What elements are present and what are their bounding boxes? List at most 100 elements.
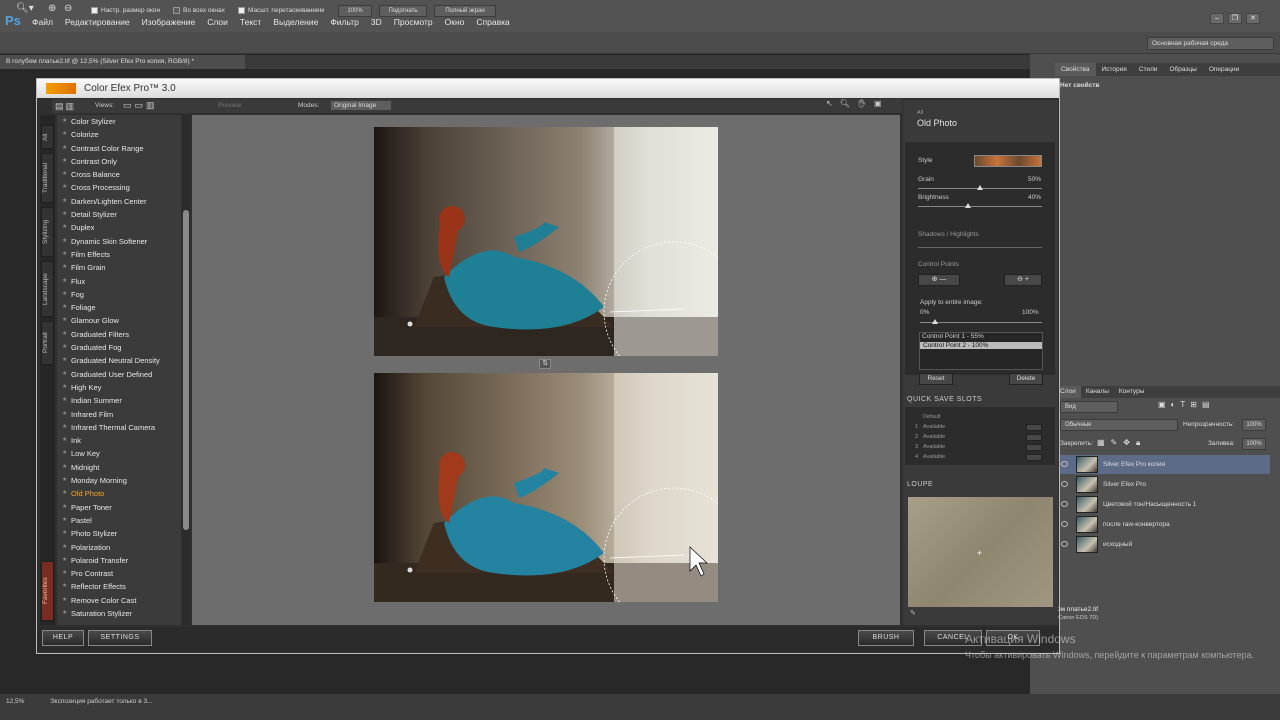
menu-3d[interactable]: 3D	[371, 17, 382, 27]
settings-button[interactable]: SETTINGS	[88, 630, 152, 646]
tab-swatches[interactable]: Образцы	[1164, 63, 1203, 76]
minimize-icon[interactable]: –	[1210, 13, 1224, 24]
preview-area[interactable]: ⇅	[192, 115, 900, 625]
opacity-input[interactable]: 100%	[1242, 419, 1266, 431]
fit-screen-button[interactable]: Подогнать	[379, 5, 427, 17]
preview-tool-icons[interactable]: ↖🔍︎✋︎▣	[826, 99, 889, 108]
control-point-item-selected[interactable]: Control Point 2 - 100%	[920, 342, 1042, 349]
menu-edit[interactable]: Редактирование	[65, 17, 130, 27]
add-control-point-button[interactable]: ⊕ —	[918, 274, 960, 286]
apply-slider-handle[interactable]	[932, 319, 938, 324]
tab-traditional[interactable]: Traditional	[41, 153, 54, 203]
layer-filter-icons[interactable]: ▣◐T⊞▤	[1158, 400, 1215, 409]
filter-list-item[interactable]: Remove Color Cast	[57, 594, 181, 608]
filter-list-item[interactable]: Contrast Color Range	[57, 142, 181, 156]
filter-list-item[interactable]: Saturation Stylizer	[57, 607, 181, 621]
filter-list-item[interactable]: Color Stylizer	[57, 115, 181, 129]
all-windows-option[interactable]: Во всех окнах	[173, 5, 225, 17]
menu-help[interactable]: Справка	[476, 17, 509, 27]
brush-button[interactable]: BRUSH	[858, 630, 914, 646]
slot-label[interactable]: Available	[923, 454, 945, 460]
tab-paths[interactable]: Контуры	[1114, 386, 1150, 398]
save-slot-button[interactable]	[1026, 434, 1042, 441]
quick-save-title[interactable]: QUICK SAVE SLOTS	[907, 396, 982, 403]
menu-view[interactable]: Просмотр	[394, 17, 433, 27]
filter-list-item[interactable]: Midnight	[57, 461, 181, 475]
filter-list-item[interactable]: Paper Toner	[57, 501, 181, 515]
filter-list-item[interactable]: Pastel	[57, 514, 181, 528]
filter-list-item[interactable]: Graduated Filters	[57, 328, 181, 342]
filter-list-item[interactable]: Film Grain	[57, 261, 181, 275]
filter-scrollbar-thumb[interactable]	[183, 210, 189, 530]
help-button[interactable]: HELP	[42, 630, 84, 646]
filter-list-item[interactable]: Fog	[57, 288, 181, 302]
filter-list-item[interactable]: Dynamic Skin Softener	[57, 235, 181, 249]
filter-list-item[interactable]: Indian Summer	[57, 394, 181, 408]
slot-label[interactable]: Available	[923, 434, 945, 440]
tab-actions[interactable]: Операции	[1203, 63, 1245, 76]
visibility-eye-icon[interactable]	[1061, 541, 1068, 547]
layer-row[interactable]: после raw-конвертора	[1058, 515, 1270, 534]
menu-type[interactable]: Текст	[240, 17, 261, 27]
menu-window[interactable]: Окно	[445, 17, 465, 27]
filter-list-item[interactable]: Colorize	[57, 128, 181, 142]
filter-list-item[interactable]: Detail Stylizer	[57, 208, 181, 222]
pin-loupe-icon[interactable]: ✎	[910, 609, 916, 617]
workspace-select[interactable]: Основная рабочая среда	[1147, 37, 1274, 50]
brightness-slider-handle[interactable]	[964, 203, 971, 208]
shadows-highlights-label[interactable]: Shadows / Highlights	[918, 231, 979, 238]
slot-label[interactable]: Available	[923, 444, 945, 450]
filter-list-item[interactable]: Polaroid Transfer	[57, 554, 181, 568]
filter-list-item[interactable]: Low Key	[57, 447, 181, 461]
filter-list-item[interactable]: Polarization	[57, 541, 181, 555]
tab-portrait[interactable]: Portrait	[41, 321, 54, 365]
blend-mode-select[interactable]: Обычные	[1060, 419, 1178, 431]
zoom-tool-icon[interactable]: 🔍︎▾	[16, 3, 34, 15]
tab-channels[interactable]: Каналы	[1081, 386, 1114, 398]
save-slot-button[interactable]	[1026, 424, 1042, 431]
style-select[interactable]	[974, 155, 1042, 167]
filter-list-item[interactable]: Graduated Fog	[57, 341, 181, 355]
preview-image-original[interactable]	[374, 127, 718, 356]
actual-pixels-button[interactable]: 100%	[338, 5, 372, 17]
tab-history[interactable]: История	[1096, 63, 1133, 76]
tab-all[interactable]: All	[41, 125, 54, 149]
save-slot-button[interactable]	[1026, 454, 1042, 461]
preview-label[interactable]: Preview	[218, 102, 241, 109]
visibility-eye-icon[interactable]	[1061, 521, 1068, 527]
filter-list-item[interactable]: Reflector Effects	[57, 580, 181, 594]
slot-label[interactable]: Available	[923, 424, 945, 430]
filter-list-item[interactable]: Photo Stylizer	[57, 527, 181, 541]
filter-list-item[interactable]: Monday Morning	[57, 474, 181, 488]
close-icon[interactable]: ✕	[1246, 13, 1260, 24]
filter-list-item[interactable]: High Key	[57, 381, 181, 395]
reset-button[interactable]: Reset	[919, 373, 953, 385]
checkbox-icon[interactable]	[173, 6, 180, 14]
visibility-eye-icon[interactable]	[1061, 481, 1068, 487]
mode-select[interactable]: Original Image	[330, 100, 392, 111]
delete-button[interactable]: Delete	[1009, 373, 1043, 385]
filter-list-item[interactable]: Cross Processing	[57, 181, 181, 195]
maximize-icon[interactable]: ❐	[1228, 13, 1242, 24]
view-mode-icons[interactable]: ▭▭▥	[123, 100, 158, 111]
resize-windows-option[interactable]: Настр. размер окон	[91, 5, 160, 17]
checkbox-icon[interactable]	[91, 6, 98, 14]
fill-input[interactable]: 100%	[1242, 438, 1266, 450]
zoom-in-icon[interactable]: ⊕	[48, 3, 56, 15]
filter-list-item[interactable]: Ink	[57, 434, 181, 448]
lock-icons[interactable]: ▦✎✥🔒︎	[1097, 438, 1146, 448]
filter-list-item[interactable]: Graduated Neutral Density	[57, 354, 181, 368]
layout-toggle-icons[interactable]: ▤▥	[55, 101, 76, 112]
grain-slider-handle[interactable]	[977, 185, 983, 190]
filter-list-item[interactable]: Cross Balance	[57, 168, 181, 182]
filter-list-item[interactable]: Contrast Only	[57, 155, 181, 169]
checkbox-icon[interactable]	[238, 6, 245, 14]
tab-landscape[interactable]: Landscape	[41, 261, 54, 317]
filter-list-item[interactable]: Foliage	[57, 301, 181, 315]
tab-favorites[interactable]: Favorites	[41, 561, 54, 621]
filter-list-item[interactable]: Pro Contrast	[57, 567, 181, 581]
swap-views-icon[interactable]: ⇅	[539, 359, 551, 369]
shadows-slider[interactable]	[918, 247, 1042, 248]
filter-list-item[interactable]: Infrared Film	[57, 408, 181, 422]
save-slot-button[interactable]	[1026, 444, 1042, 451]
